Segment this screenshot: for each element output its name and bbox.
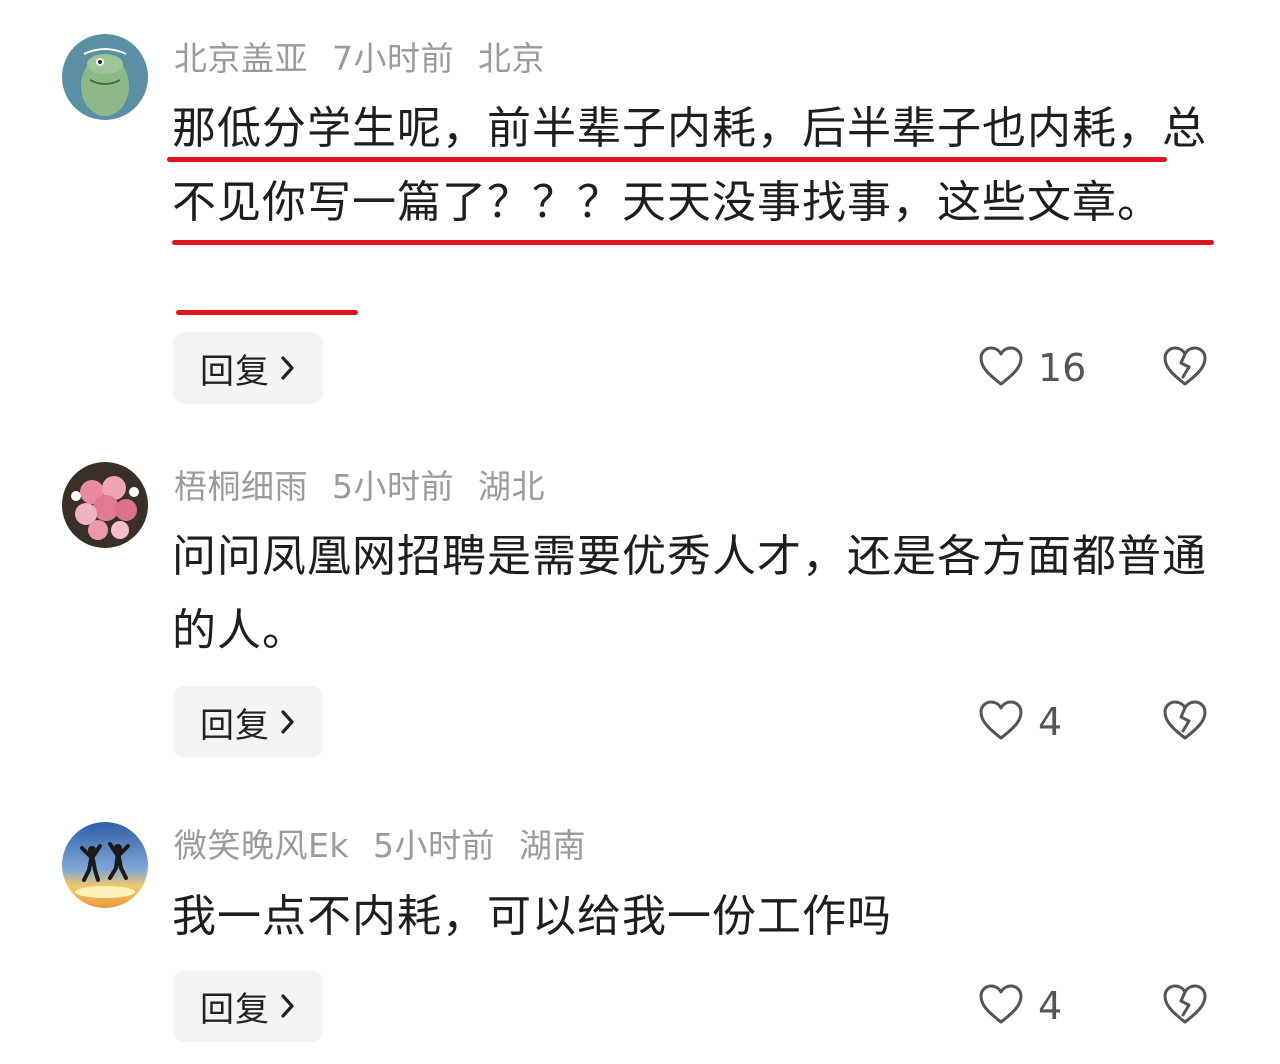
username[interactable]: 微笑晚风Ek bbox=[174, 826, 349, 865]
reply-button[interactable]: 回复 bbox=[173, 332, 323, 404]
heart-icon bbox=[978, 699, 1024, 745]
comment-text: 那低分学生呢，前半辈子内耗，后半辈子也内耗，总不见你写一篇了？？？天天没事找事，… bbox=[172, 103, 1207, 228]
broken-heart-icon bbox=[1162, 346, 1208, 391]
reply-button[interactable]: 回复 bbox=[173, 970, 323, 1042]
timestamp: 7小时前 bbox=[332, 39, 454, 78]
avatar[interactable] bbox=[62, 34, 148, 120]
broken-heart-icon bbox=[1162, 700, 1208, 745]
like-count: 4 bbox=[1038, 984, 1063, 1028]
comment-meta: 北京盖亚 7小时前 北京 bbox=[174, 36, 569, 82]
heart-icon bbox=[978, 345, 1024, 391]
heart-icon bbox=[978, 983, 1024, 1029]
sunset-jumping-people-avatar-icon bbox=[62, 822, 148, 908]
timestamp: 5小时前 bbox=[332, 467, 454, 506]
pink-flowers-avatar-icon bbox=[62, 462, 148, 548]
broken-heart-icon bbox=[1162, 984, 1208, 1029]
chevron-right-icon bbox=[280, 993, 296, 1019]
location: 湖南 bbox=[518, 826, 586, 865]
comment-text: 问问凤凰网招聘是需要优秀人才，还是各方面都普通的人。 bbox=[172, 531, 1207, 656]
dislike-button[interactable] bbox=[1162, 345, 1212, 395]
reply-label: 回复 bbox=[200, 705, 270, 746]
reply-button[interactable]: 回复 bbox=[173, 686, 323, 758]
reply-label: 回复 bbox=[200, 989, 270, 1030]
like-button[interactable]: 4 bbox=[978, 976, 1062, 1036]
like-count: 16 bbox=[1038, 346, 1087, 390]
dislike-button[interactable] bbox=[1162, 983, 1212, 1033]
highlight-underline bbox=[176, 310, 358, 315]
avatar[interactable] bbox=[62, 462, 148, 548]
like-count: 4 bbox=[1038, 700, 1063, 744]
comment-text: 我一点不内耗，可以给我一份工作吗 bbox=[172, 891, 892, 942]
like-button[interactable]: 4 bbox=[978, 692, 1062, 752]
comment-meta: 梧桐细雨 5小时前 湖北 bbox=[174, 464, 569, 510]
highlight-underline bbox=[167, 157, 1167, 162]
dislike-button[interactable] bbox=[1162, 699, 1212, 749]
green-cartoon-avatar-icon bbox=[62, 34, 148, 120]
chevron-right-icon bbox=[280, 709, 296, 735]
highlight-underline bbox=[172, 240, 1214, 245]
timestamp: 5小时前 bbox=[372, 826, 495, 865]
location: 北京 bbox=[478, 39, 545, 78]
chevron-right-icon bbox=[280, 355, 296, 381]
like-button[interactable]: 16 bbox=[978, 338, 1086, 398]
avatar[interactable] bbox=[62, 822, 148, 908]
location: 湖北 bbox=[478, 467, 545, 506]
username[interactable]: 梧桐细雨 bbox=[174, 467, 308, 506]
comment-meta: 微笑晚风Ek 5小时前 湖南 bbox=[174, 823, 610, 869]
username[interactable]: 北京盖亚 bbox=[174, 39, 308, 78]
reply-label: 回复 bbox=[200, 351, 270, 392]
